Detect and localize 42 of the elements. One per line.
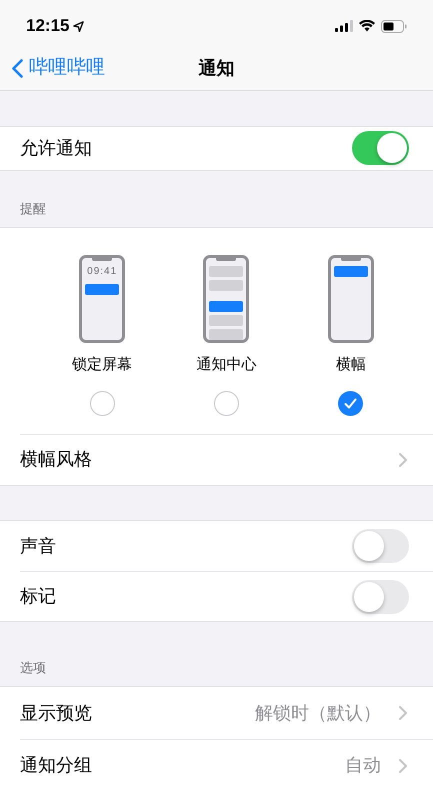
row-label: 显示预览 <box>20 702 92 724</box>
notification-bar <box>209 329 244 340</box>
clock-text: 09:41 <box>87 266 118 278</box>
back-button[interactable]: 哔哩哔哩 <box>0 54 105 83</box>
radio-button[interactable] <box>338 390 364 416</box>
section-header: 选项 <box>20 658 46 676</box>
notification-bar <box>209 301 244 312</box>
battery-icon <box>381 20 407 33</box>
toggle-switch[interactable] <box>352 529 409 563</box>
back-chevron-icon <box>12 58 23 78</box>
wifi-icon <box>359 20 375 32</box>
row-label: 横幅风格 <box>20 448 92 472</box>
row-label: 允许通知 <box>20 136 92 160</box>
toggle-switch[interactable] <box>352 131 409 166</box>
section-header: 提醒 <box>20 200 46 218</box>
signal-icon <box>335 20 353 32</box>
notification-bar <box>334 266 368 278</box>
row-label: 通知分组 <box>20 754 92 777</box>
list-row[interactable]: 通知分组 自动 <box>20 739 433 791</box>
radio-button[interactable] <box>90 390 115 416</box>
time-text: 12:15 <box>26 15 70 38</box>
row-value: 解锁时（默认） <box>255 702 381 724</box>
row-value: 自动 <box>345 754 381 777</box>
style-label: 锁定屏幕 <box>72 355 132 376</box>
notification-bar <box>209 266 244 278</box>
style-label: 通知中心 <box>196 355 256 376</box>
page-title: 通知 <box>198 56 234 80</box>
list-row[interactable]: 显示预览 解锁时（默认） <box>0 687 433 739</box>
notification-bar <box>209 315 244 326</box>
chevron-icon <box>399 758 407 772</box>
style-label: 横幅 <box>336 355 366 376</box>
list-row[interactable]: 横幅风格 <box>0 434 433 485</box>
notification-bar <box>85 284 120 296</box>
chevron-icon <box>399 706 407 720</box>
chevron-icon <box>399 452 407 467</box>
checkmark-icon <box>344 398 358 409</box>
row-label: 声音 <box>20 534 56 558</box>
row-label: 标记 <box>20 585 56 608</box>
toggle-switch[interactable] <box>352 580 409 614</box>
radio-button[interactable] <box>214 390 239 416</box>
location-arrow-icon <box>73 20 84 32</box>
notification-bar <box>209 280 244 292</box>
